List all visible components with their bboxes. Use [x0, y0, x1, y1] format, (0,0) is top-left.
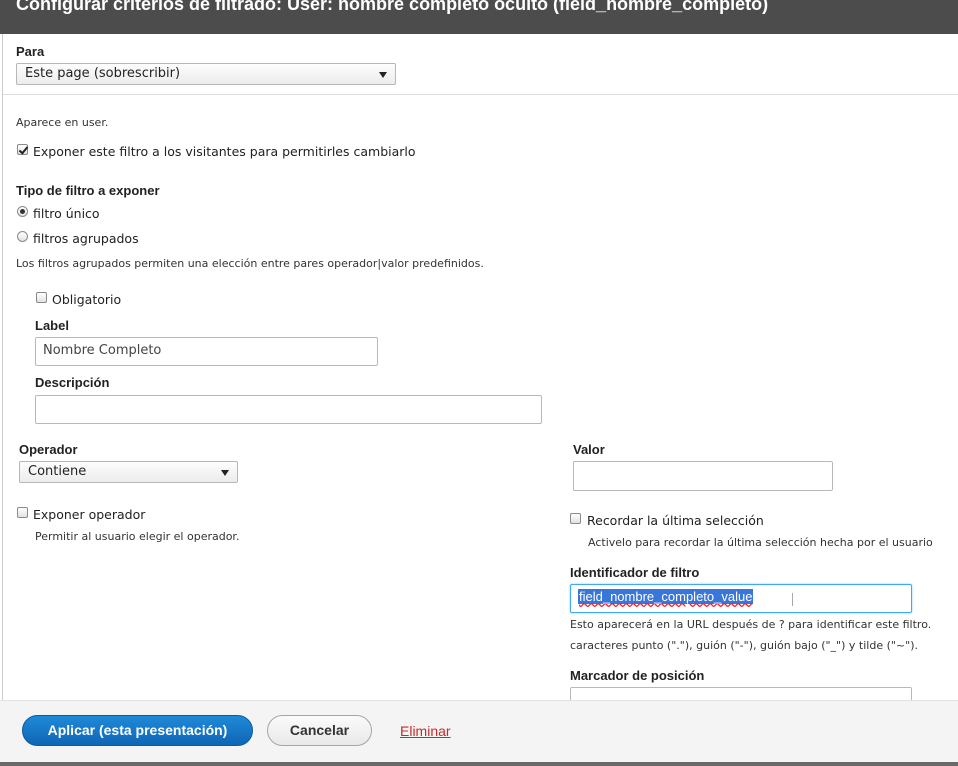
- operator-select[interactable]: Contiene: [19, 461, 238, 483]
- appears-in-text: Aparece en user.: [16, 116, 109, 129]
- label-input[interactable]: Nombre Completo: [35, 337, 378, 366]
- remember-help: Activelo para recordar la última selecci…: [588, 536, 933, 549]
- chevron-down-icon: [379, 72, 387, 78]
- para-label: Para: [16, 44, 45, 59]
- expose-operator-label[interactable]: Exponer operador: [33, 507, 145, 522]
- chevron-down-icon: [221, 470, 229, 476]
- required-label[interactable]: Obligatorio: [52, 292, 121, 307]
- description-input[interactable]: [35, 395, 542, 424]
- expose-filter-label[interactable]: Exponer este filtro a los visitantes par…: [33, 144, 416, 159]
- identifier-input[interactable]: field_nombre_completo_value: [570, 584, 912, 613]
- dialog-titlebar: Configurar criterios de filtrado: User: …: [0, 0, 958, 34]
- filter-type-single-label[interactable]: filtro único: [33, 206, 100, 221]
- dialog-title: Configurar criterios de filtrado: User: …: [16, 0, 769, 14]
- identifier-input-value: field_nombre_completo_value: [578, 589, 754, 604]
- apply-button[interactable]: Aplicar (esta presentación): [22, 715, 253, 746]
- expose-operator-checkbox[interactable]: [17, 507, 28, 518]
- filter-type-help: Los filtros agrupados permiten una elecc…: [16, 257, 484, 270]
- cancel-button[interactable]: Cancelar: [267, 715, 372, 746]
- filter-type-grouped-radio[interactable]: [17, 231, 28, 242]
- window-bottom-border: [0, 762, 958, 766]
- filter-config-dialog: Para Este page (sobrescribir) Aparece en…: [2, 34, 958, 700]
- value-input[interactable]: [573, 461, 833, 491]
- section-divider: [3, 94, 958, 95]
- remember-label[interactable]: Recordar la última selección: [587, 513, 764, 528]
- operator-label: Operador: [19, 442, 78, 457]
- label-field-label: Label: [35, 318, 69, 333]
- identifier-label: Identificador de filtro: [570, 565, 700, 580]
- expose-operator-help: Permitir al usuario elegir el operador.: [35, 530, 240, 543]
- placeholder-label: Marcador de posición: [570, 668, 705, 683]
- identifier-help-1: Esto aparecerá en la URL después de ? pa…: [570, 618, 932, 631]
- expose-filter-checkbox[interactable]: [17, 144, 28, 155]
- remember-checkbox[interactable]: [570, 513, 581, 524]
- filter-type-single-radio[interactable]: [17, 206, 28, 217]
- value-label: Valor: [573, 442, 605, 457]
- delete-link[interactable]: Eliminar: [400, 723, 451, 739]
- para-select-value: Este page (sobrescribir): [25, 66, 181, 81]
- placeholder-input[interactable]: [570, 687, 912, 700]
- filter-type-grouped-label[interactable]: filtros agrupados: [33, 231, 139, 246]
- text-cursor-icon: [792, 593, 793, 606]
- required-checkbox[interactable]: [36, 292, 47, 303]
- filter-type-heading: Tipo de filtro a exponer: [16, 183, 160, 198]
- operator-select-value: Contiene: [28, 464, 87, 479]
- identifier-help-2: caracteres punto ("."), guión ("-"), gui…: [570, 639, 918, 652]
- para-select[interactable]: Este page (sobrescribir): [16, 63, 396, 85]
- label-input-value: Nombre Completo: [43, 343, 162, 358]
- dialog-footer: Aplicar (esta presentación) Cancelar Eli…: [0, 700, 958, 762]
- description-label: Descripción: [35, 375, 110, 390]
